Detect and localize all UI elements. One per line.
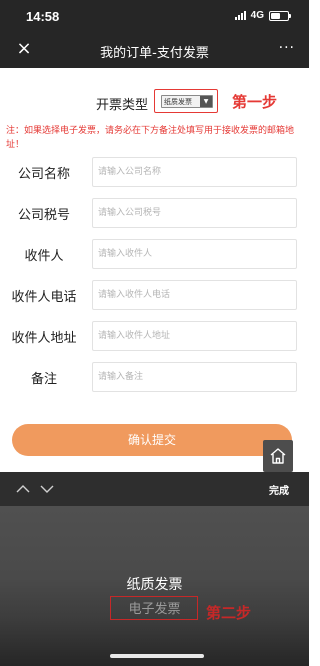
picker-done-button[interactable]: 完成 (269, 482, 289, 497)
picker-toolbar: 完成 (0, 472, 309, 506)
dropdown-arrow-icon: ▼ (200, 96, 212, 107)
home-button[interactable] (263, 440, 293, 472)
page-title: 我的订单-支付发票 (100, 46, 209, 61)
company-name-input[interactable] (92, 157, 297, 187)
invoice-type-row: 开票类型 纸质发票 ▼ 第一步 (0, 88, 309, 116)
recipient-phone-row: 收件人电话 (0, 280, 309, 310)
chevron-up-icon[interactable] (14, 480, 32, 498)
tax-id-label: 公司税号 (17, 208, 70, 223)
invoice-type-value: 纸质发票 (164, 98, 192, 106)
network-label: 4G (250, 10, 264, 21)
company-name-row: 公司名称 (0, 157, 309, 187)
status-indicators: 4G (234, 10, 291, 21)
invoice-type-label: 开票类型 (96, 98, 149, 113)
recipient-row: 收件人 (0, 239, 309, 269)
submit-button[interactable]: 确认提交 (12, 424, 292, 456)
chevron-down-icon[interactable] (38, 480, 56, 498)
remark-row: 备注 (0, 362, 309, 392)
status-bar: 14:58 4G (0, 0, 309, 32)
home-indicator (110, 654, 204, 658)
tax-id-input[interactable] (92, 198, 297, 228)
invoice-type-select[interactable]: 纸质发票 ▼ (161, 95, 213, 108)
recipient-input[interactable] (92, 239, 297, 269)
recipient-address-row: 收件人地址 (0, 321, 309, 351)
recipient-phone-input[interactable] (92, 280, 297, 310)
status-time: 14:58 (26, 9, 60, 24)
remark-input[interactable] (92, 362, 297, 392)
email-notice: 注：如果选择电子发票，请务必在下方备注处填写用于接收发票的邮箱地址！ (6, 126, 295, 150)
recipient-address-input[interactable] (92, 321, 297, 351)
picker-option-paper[interactable]: 纸质发票 (0, 574, 309, 594)
recipient-phone-label: 收件人电话 (11, 290, 77, 305)
signal-icon (234, 11, 246, 20)
home-icon (270, 448, 286, 464)
nav-bar: × 我的订单-支付发票 ··· (0, 32, 309, 68)
electronic-option-highlight (110, 596, 198, 620)
recipient-address-label: 收件人地址 (11, 331, 77, 346)
picker-wheel[interactable]: 纸质发票 电子发票 第二步 (0, 506, 309, 666)
step-one-annotation: 第一步 (232, 93, 278, 111)
battery-icon (269, 10, 291, 21)
more-icon[interactable]: ··· (279, 40, 295, 56)
tax-id-row: 公司税号 (0, 198, 309, 228)
remark-label: 备注 (30, 372, 57, 387)
recipient-label: 收件人 (24, 249, 64, 264)
step-two-annotation: 第二步 (206, 604, 252, 622)
invoice-type-highlight: 纸质发票 ▼ (154, 89, 218, 113)
company-name-label: 公司名称 (17, 167, 70, 182)
